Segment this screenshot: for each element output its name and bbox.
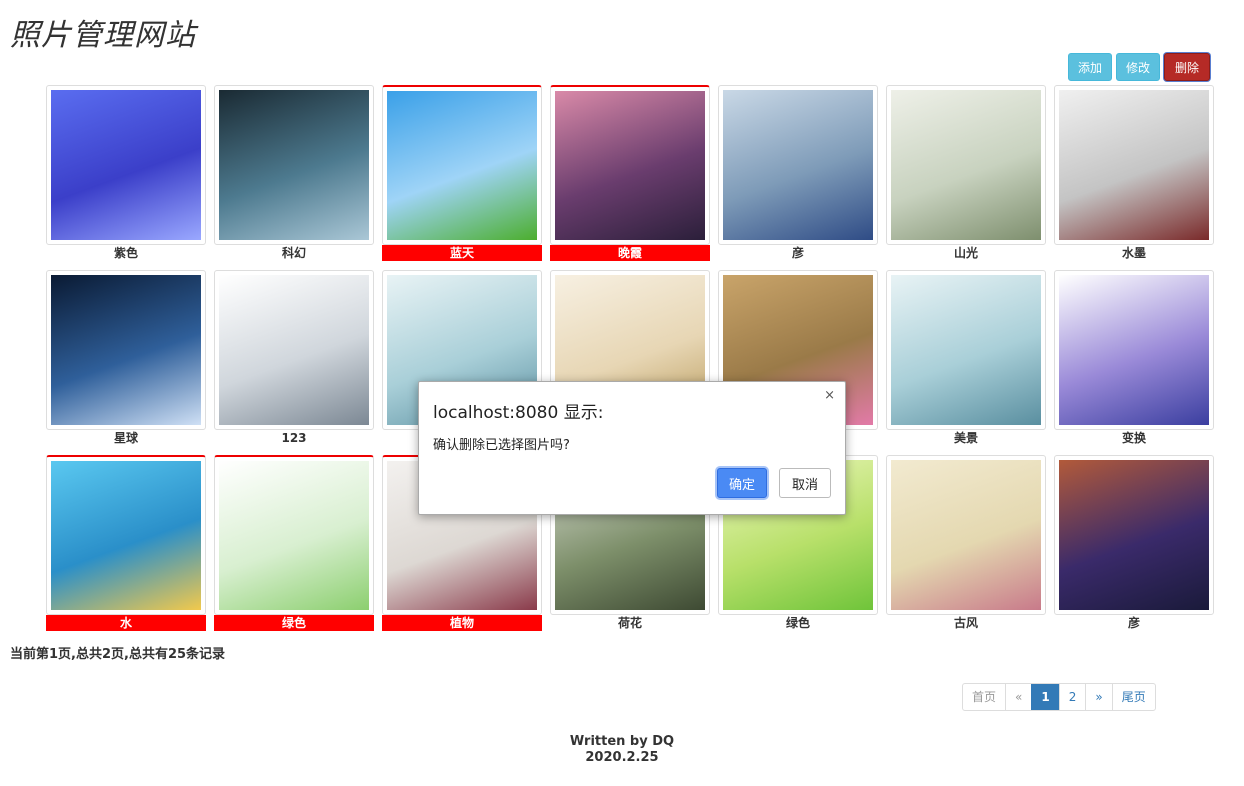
dialog-overlay: localhost:8080 显示: × 确认删除已选择图片吗? 确定 取消 — [0, 0, 1244, 786]
dialog-title: localhost:8080 显示: — [433, 403, 604, 423]
dialog-message: 确认删除已选择图片吗? — [433, 438, 570, 453]
close-icon[interactable]: × — [824, 388, 835, 403]
confirm-cancel-button[interactable]: 取消 — [779, 468, 831, 498]
confirm-dialog: localhost:8080 显示: × 确认删除已选择图片吗? 确定 取消 — [418, 381, 846, 515]
confirm-ok-button[interactable]: 确定 — [717, 468, 767, 498]
